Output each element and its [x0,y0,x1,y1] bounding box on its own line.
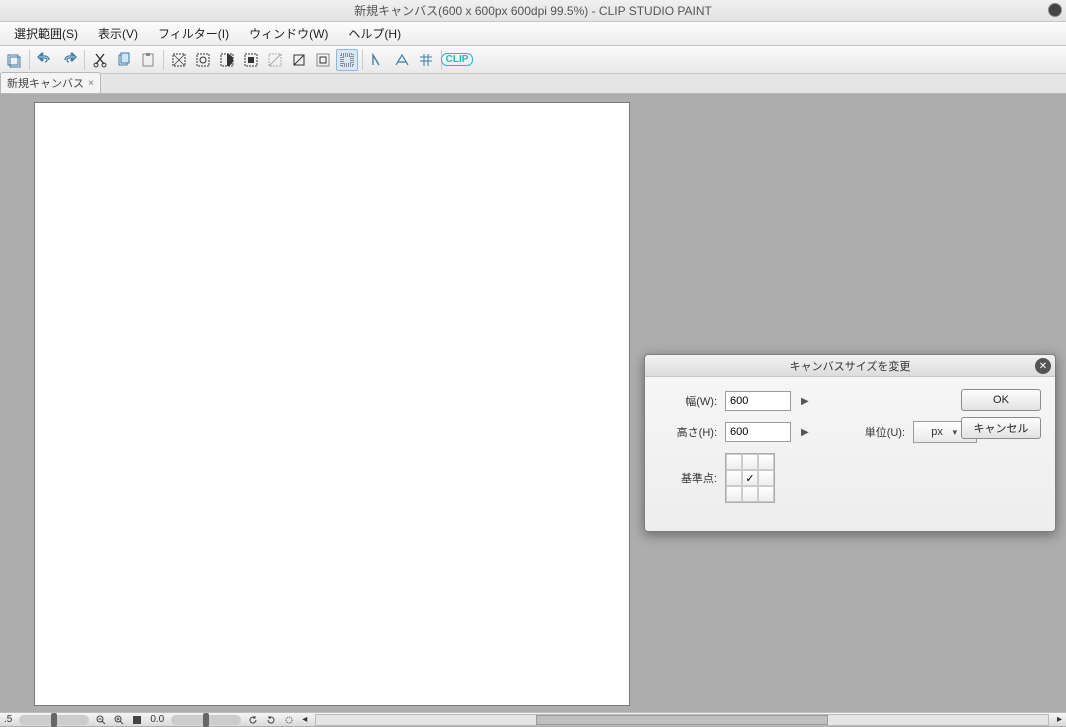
scroll-left-icon[interactable]: ◂ [298,714,311,725]
menubar: 選択範囲(S) 表示(V) フィルター(I) ウィンドウ(W) ヘルプ(H) [0,22,1066,46]
dialog-title-text: キャンバスサイズを変更 [790,358,911,374]
rotate-cw-icon[interactable] [262,715,280,725]
anchor-grid: ✓ [725,453,775,503]
rotate-slider[interactable] [171,715,241,725]
anchor-tl[interactable] [726,454,742,470]
height-label: 高さ(H): [663,424,717,440]
tab-label: 新規キャンバス [7,75,84,91]
reset-rotate-icon[interactable] [280,715,298,725]
anchor-ml[interactable] [726,470,742,486]
canvas[interactable] [34,102,630,706]
statusbar: .5 0.0 ◂ ▸ [0,712,1066,726]
document-tab[interactable]: 新規キャンバス × [0,72,101,93]
select-all-icon[interactable] [168,49,190,71]
zoom-in-icon[interactable] [110,715,128,725]
height-spinner-icon[interactable]: ▶ [801,427,809,438]
window-title: 新規キャンバス(600 x 600px 600dpi 99.5%) - CLIP… [354,2,712,19]
cut-icon[interactable] [89,49,111,71]
snap-ruler-icon[interactable] [367,49,389,71]
anchor-tc[interactable] [742,454,758,470]
border-icon[interactable] [288,49,310,71]
shrink-icon[interactable] [264,49,286,71]
cancel-button[interactable]: キャンセル [961,417,1041,439]
rotate-ccw-icon[interactable] [244,715,262,725]
undo-icon[interactable] [34,49,56,71]
redo-icon[interactable] [58,49,80,71]
height-input[interactable] [725,422,791,442]
anchor-mr[interactable] [758,470,774,486]
paste-icon[interactable] [137,49,159,71]
snap-grid-icon[interactable] [415,49,437,71]
expand-icon[interactable] [240,49,262,71]
menu-view[interactable]: 表示(V) [88,22,148,45]
menu-filter[interactable]: フィルター(I) [148,22,239,45]
deselect-icon[interactable] [192,49,214,71]
menu-window[interactable]: ウィンドウ(W) [239,22,338,45]
fit-icon[interactable] [336,49,358,71]
zoom-out-icon[interactable] [92,715,110,725]
anchor-bl[interactable] [726,486,742,502]
dialog-close-icon[interactable]: ✕ [1035,358,1051,374]
canvas-size-dialog: キャンバスサイズを変更 ✕ OK キャンセル 幅(W): ▶ 高さ(H): ▶ … [644,354,1056,532]
unit-value: px [931,426,943,438]
app-icon [1048,3,1062,17]
zoom-value: .5 [0,714,16,725]
anchor-label: 基準点: [663,470,717,486]
chevron-down-icon: ▼ [951,428,959,437]
horizontal-scrollbar[interactable] [315,714,1049,726]
unit-label: 単位(U): [865,424,905,440]
anchor-br[interactable] [758,486,774,502]
ok-button[interactable]: OK [961,389,1041,411]
dialog-titlebar[interactable]: キャンバスサイズを変更 ✕ [645,355,1055,377]
tabbar: 新規キャンバス × [0,74,1066,94]
menu-help[interactable]: ヘルプ(H) [338,22,411,45]
anchor-center[interactable]: ✓ [742,470,758,486]
invert-icon[interactable] [216,49,238,71]
snap-perspective-icon[interactable] [391,49,413,71]
zoom-slider[interactable] [19,715,89,725]
anchor-bc[interactable] [742,486,758,502]
clip-studio-icon[interactable]: CLIP [446,49,468,71]
anchor-tr[interactable] [758,454,774,470]
scroll-right-icon[interactable]: ▸ [1053,714,1066,725]
toolbar-prev-icon[interactable] [3,49,25,71]
width-input[interactable] [725,391,791,411]
width-label: 幅(W): [663,393,717,409]
menu-select[interactable]: 選択範囲(S) [4,22,88,45]
titlebar: 新規キャンバス(600 x 600px 600dpi 99.5%) - CLIP… [0,0,1066,22]
angle-value: 0.0 [146,714,168,725]
crop-icon[interactable] [312,49,334,71]
copy-icon[interactable] [113,49,135,71]
tab-close-icon[interactable]: × [88,78,94,89]
fit-screen-icon[interactable] [128,715,146,725]
toolbar: CLIP [0,46,1066,74]
width-spinner-icon[interactable]: ▶ [801,396,809,407]
